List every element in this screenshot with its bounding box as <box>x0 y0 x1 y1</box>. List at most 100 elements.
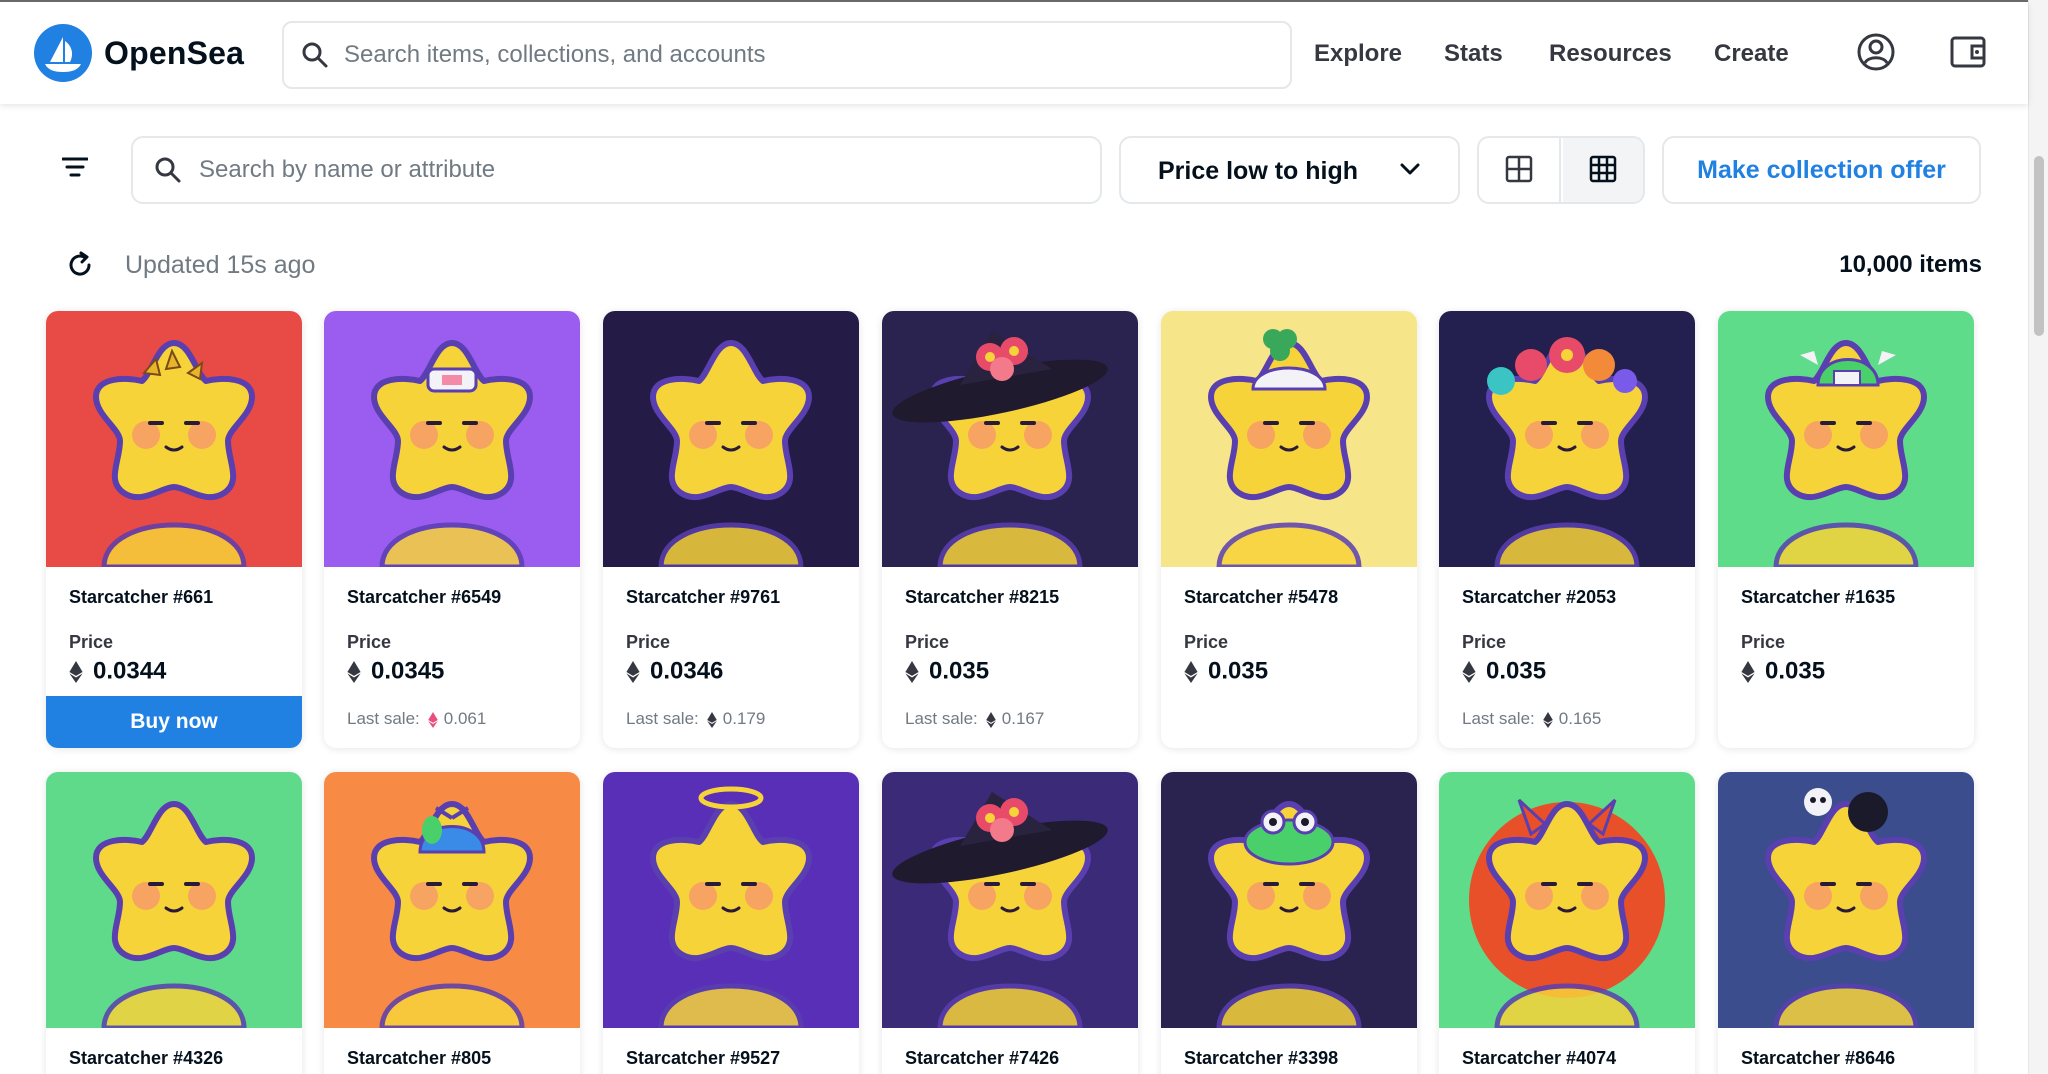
page-scrollbar[interactable] <box>2028 0 2048 1074</box>
nft-image <box>1718 772 1974 1028</box>
nft-price: 0.035 <box>1462 657 1546 686</box>
nft-artwork[interactable] <box>1439 772 1695 1028</box>
nft-artwork[interactable] <box>603 772 859 1028</box>
price-value: 0.0346 <box>650 657 724 685</box>
nft-artwork[interactable] <box>603 311 859 567</box>
search-icon <box>302 42 328 68</box>
price-label: Price <box>1741 632 1786 652</box>
nft-price: 0.0344 <box>69 657 166 686</box>
last-sale: Last sale: 0.165 <box>1462 709 1601 729</box>
nft-artwork[interactable] <box>1161 772 1417 1028</box>
nav-create[interactable]: Create <box>1714 40 1789 68</box>
nft-name: Starcatcher #8646 <box>1741 1048 1896 1068</box>
eth-icon <box>1542 711 1553 728</box>
eth-icon <box>69 660 83 683</box>
buy-now-button[interactable]: Buy now <box>46 696 302 748</box>
last-sale-label: Last sale: <box>626 709 699 728</box>
chevron-down-icon <box>1400 163 1420 175</box>
nft-card[interactable]: Starcatcher #9761 Price 0.0346 Last sale: 0.… <box>603 311 859 748</box>
last-sale-value: 0.179 <box>722 709 766 728</box>
nft-image <box>324 772 580 1028</box>
nft-artwork[interactable] <box>1439 311 1695 567</box>
brand-name[interactable]: OpenSea <box>104 35 244 72</box>
nft-name: Starcatcher #9761 <box>626 587 781 607</box>
price-value: 0.035 <box>1765 657 1826 685</box>
nav-explore[interactable]: Explore <box>1314 40 1402 68</box>
nft-card[interactable]: Starcatcher #661 Price 0.0344 Buy now <box>46 311 302 748</box>
nft-card[interactable]: Starcatcher #5478 Price 0.035 <box>1161 311 1417 748</box>
attribute-search-input[interactable] <box>199 150 1079 190</box>
nft-name: Starcatcher #2053 <box>1462 587 1617 607</box>
last-sale-label: Last sale: <box>905 709 978 728</box>
nft-artwork[interactable] <box>324 311 580 567</box>
nft-artwork[interactable] <box>46 772 302 1028</box>
price-label: Price <box>69 632 114 652</box>
make-collection-offer-button[interactable]: Make collection offer <box>1662 136 1981 204</box>
last-sale: Last sale: 0.061 <box>347 709 486 729</box>
nft-image <box>882 311 1138 567</box>
nft-card[interactable]: Starcatcher #6549 Price 0.0345 Last sale: 0.… <box>324 311 580 748</box>
nft-card[interactable]: Starcatcher #8646 <box>1718 772 1974 1074</box>
price-value: 0.035 <box>1486 657 1547 685</box>
nft-artwork[interactable] <box>1718 311 1974 567</box>
price-value: 0.035 <box>1208 657 1269 685</box>
nft-artwork[interactable] <box>1718 772 1974 1028</box>
nft-name: Starcatcher #6549 <box>347 587 502 607</box>
eth-icon <box>706 711 717 728</box>
nft-card[interactable]: Starcatcher #9527 <box>603 772 859 1074</box>
nft-name: Starcatcher #7426 <box>905 1048 1060 1068</box>
large-grid-button[interactable] <box>1479 138 1561 202</box>
search-icon <box>155 157 181 183</box>
nft-card[interactable]: Starcatcher #805 <box>324 772 580 1074</box>
price-label: Price <box>626 632 671 652</box>
nft-name: Starcatcher #805 <box>347 1048 492 1068</box>
refresh-icon[interactable] <box>66 251 94 279</box>
nft-artwork[interactable] <box>882 772 1138 1028</box>
nft-artwork[interactable] <box>324 772 580 1028</box>
nft-artwork[interactable] <box>882 311 1138 567</box>
nft-card[interactable]: Starcatcher #8215 Price 0.035 Last sale: 0.1… <box>882 311 1138 748</box>
nft-price: 0.035 <box>905 657 989 686</box>
nft-card[interactable]: Starcatcher #1635 Price 0.035 <box>1718 311 1974 748</box>
nft-image <box>46 311 302 567</box>
small-grid-button[interactable] <box>1563 138 1643 202</box>
nav-stats[interactable]: Stats <box>1444 40 1503 68</box>
global-search-input[interactable] <box>344 35 1244 75</box>
nft-artwork[interactable] <box>46 311 302 567</box>
nft-card[interactable]: Starcatcher #2053 Price 0.035 Last sale: 0.1… <box>1439 311 1695 748</box>
filter-icon[interactable] <box>62 156 88 178</box>
nft-card[interactable]: Starcatcher #7426 <box>882 772 1138 1074</box>
nft-image <box>1718 311 1974 567</box>
nft-card[interactable]: Starcatcher #3398 <box>1161 772 1417 1074</box>
small-grid-icon <box>1589 155 1617 183</box>
wallet-icon[interactable] <box>1948 32 1988 72</box>
nft-name: Starcatcher #661 <box>69 587 214 607</box>
nft-card[interactable]: Starcatcher #4326 <box>46 772 302 1074</box>
nft-image <box>1439 772 1695 1028</box>
nft-image <box>882 772 1138 1028</box>
nav-resources[interactable]: Resources <box>1549 40 1672 68</box>
global-search[interactable] <box>282 21 1292 89</box>
eth-icon <box>985 711 996 728</box>
top-navbar: OpenSea Explore Stats Resources Create <box>0 2 2028 104</box>
attribute-search[interactable] <box>131 136 1102 204</box>
scrollbar-thumb[interactable] <box>2034 156 2044 336</box>
nft-name: Starcatcher #9527 <box>626 1048 781 1068</box>
nft-card[interactable]: Starcatcher #4074 <box>1439 772 1695 1074</box>
large-grid-icon <box>1505 155 1533 183</box>
account-icon[interactable] <box>1856 32 1896 72</box>
eth-icon <box>1741 660 1755 683</box>
nft-name: Starcatcher #1635 <box>1741 587 1896 607</box>
item-count: 10,000 items <box>1839 251 1982 278</box>
nft-name: Starcatcher #4326 <box>69 1048 224 1068</box>
last-sale-label: Last sale: <box>1462 709 1535 728</box>
opensea-logo[interactable] <box>34 24 92 82</box>
sort-dropdown[interactable]: Price low to high <box>1119 136 1460 204</box>
price-label: Price <box>905 632 950 652</box>
nft-image <box>603 772 859 1028</box>
last-sale-value: 0.167 <box>1001 709 1045 728</box>
nft-artwork[interactable] <box>1161 311 1417 567</box>
last-sale-label: Last sale: <box>347 709 420 728</box>
updated-status: Updated 15s ago <box>125 251 316 279</box>
price-value: 0.0344 <box>93 657 167 685</box>
